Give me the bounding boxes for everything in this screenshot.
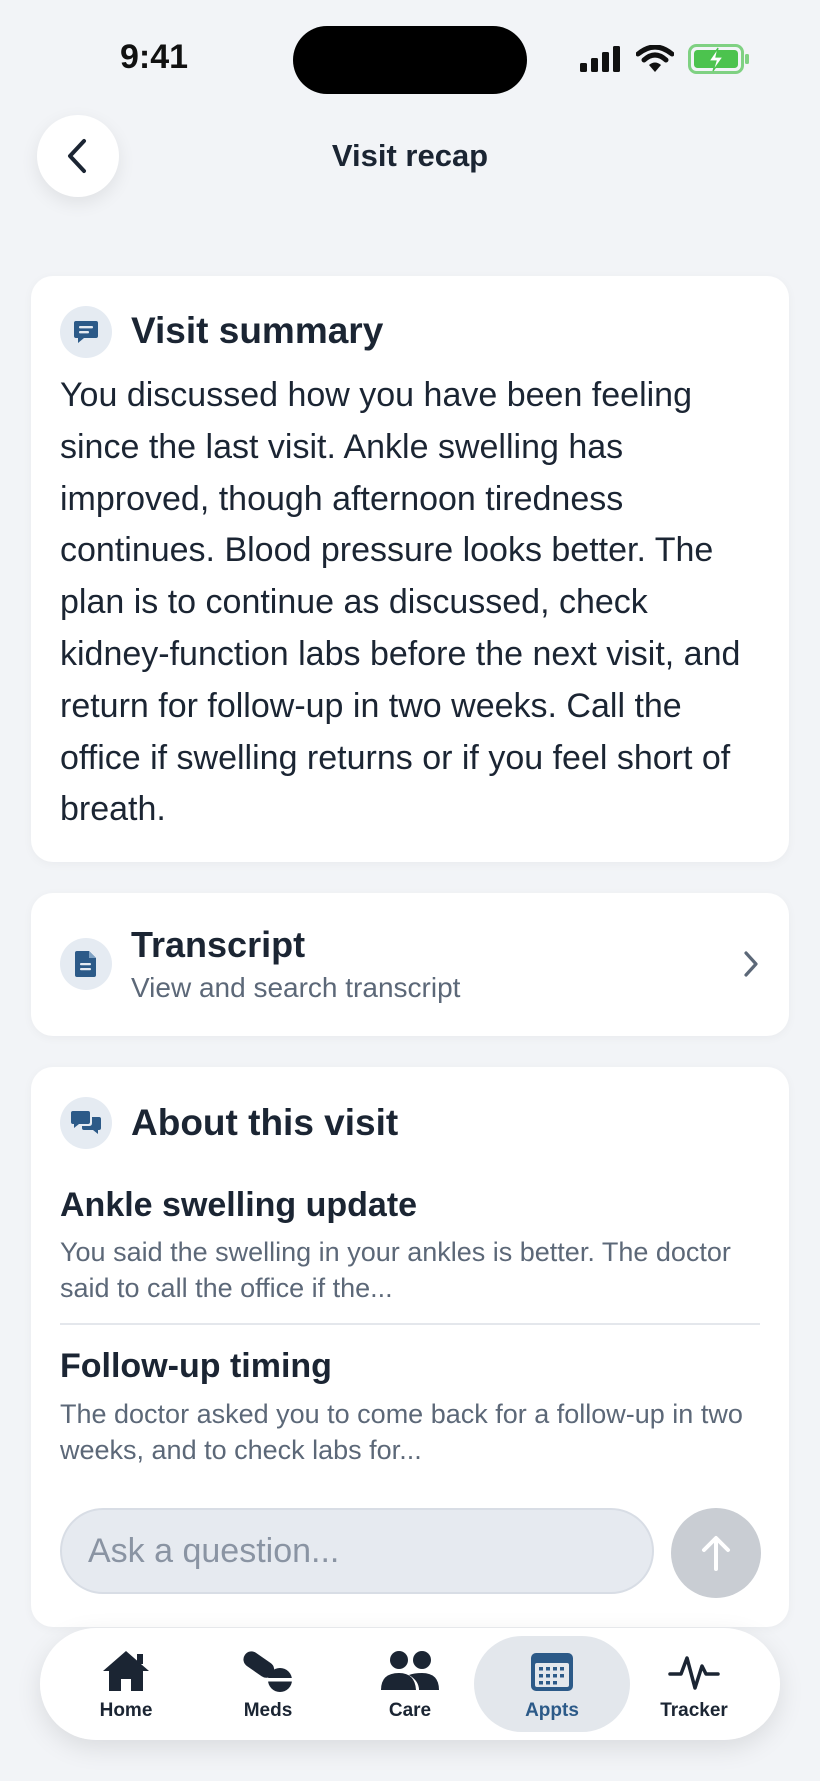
tab-appts[interactable]: Appts — [482, 1648, 622, 1722]
about-icon-badge — [60, 1097, 112, 1149]
status-icons — [580, 44, 750, 74]
status-time: 9:41 — [120, 38, 189, 76]
topic-divider — [60, 1323, 760, 1325]
tab-label: Meds — [243, 1700, 293, 1721]
topic-description: You said the swelling in your ankles is … — [60, 1237, 731, 1303]
arrow-up-icon — [702, 1536, 730, 1571]
tab-label: Tracker — [660, 1700, 728, 1721]
summary-icon-badge — [60, 306, 112, 358]
tab-label: Home — [99, 1700, 153, 1721]
tab-label: Care — [388, 1700, 432, 1721]
dynamic-island — [293, 26, 527, 94]
topic-description: The doctor asked you to come back for a … — [60, 1399, 743, 1465]
visit-summary-heading: Visit summary — [131, 310, 384, 351]
topic-title[interactable]: Follow-up timing — [60, 1347, 332, 1386]
pulse-icon — [668, 1656, 720, 1690]
tab-label: Appts — [525, 1700, 579, 1721]
message-icon — [74, 321, 98, 343]
people-icon — [381, 1651, 439, 1690]
ask-question-input[interactable]: Ask a question... — [60, 1508, 654, 1594]
chevron-right-icon — [744, 951, 758, 977]
wifi-icon — [636, 45, 674, 72]
page-title: Visit recap — [331, 138, 489, 173]
document-icon — [75, 951, 96, 977]
transcript-icon-badge — [60, 938, 112, 990]
calendar-icon — [531, 1653, 573, 1691]
tab-tracker[interactable]: Tracker — [624, 1648, 764, 1722]
tab-care[interactable]: Care — [340, 1648, 480, 1722]
topic-title[interactable]: Ankle swelling update — [60, 1186, 417, 1225]
home-icon — [103, 1651, 149, 1691]
tab-home[interactable]: Home — [56, 1648, 196, 1722]
chat-bubbles-icon — [71, 1111, 101, 1134]
send-button[interactable] — [671, 1508, 761, 1598]
tab-meds[interactable]: Meds — [198, 1648, 338, 1722]
transcript-heading: Transcript — [131, 924, 306, 965]
transcript-subtitle: View and search transcript — [131, 972, 461, 1003]
visit-summary-text: You discussed how you have been feeling … — [60, 376, 741, 829]
battery-icon — [688, 44, 749, 74]
pills-icon — [243, 1651, 292, 1692]
cellular-signal-icon — [580, 46, 620, 72]
about-visit-heading: About this visit — [131, 1102, 399, 1143]
